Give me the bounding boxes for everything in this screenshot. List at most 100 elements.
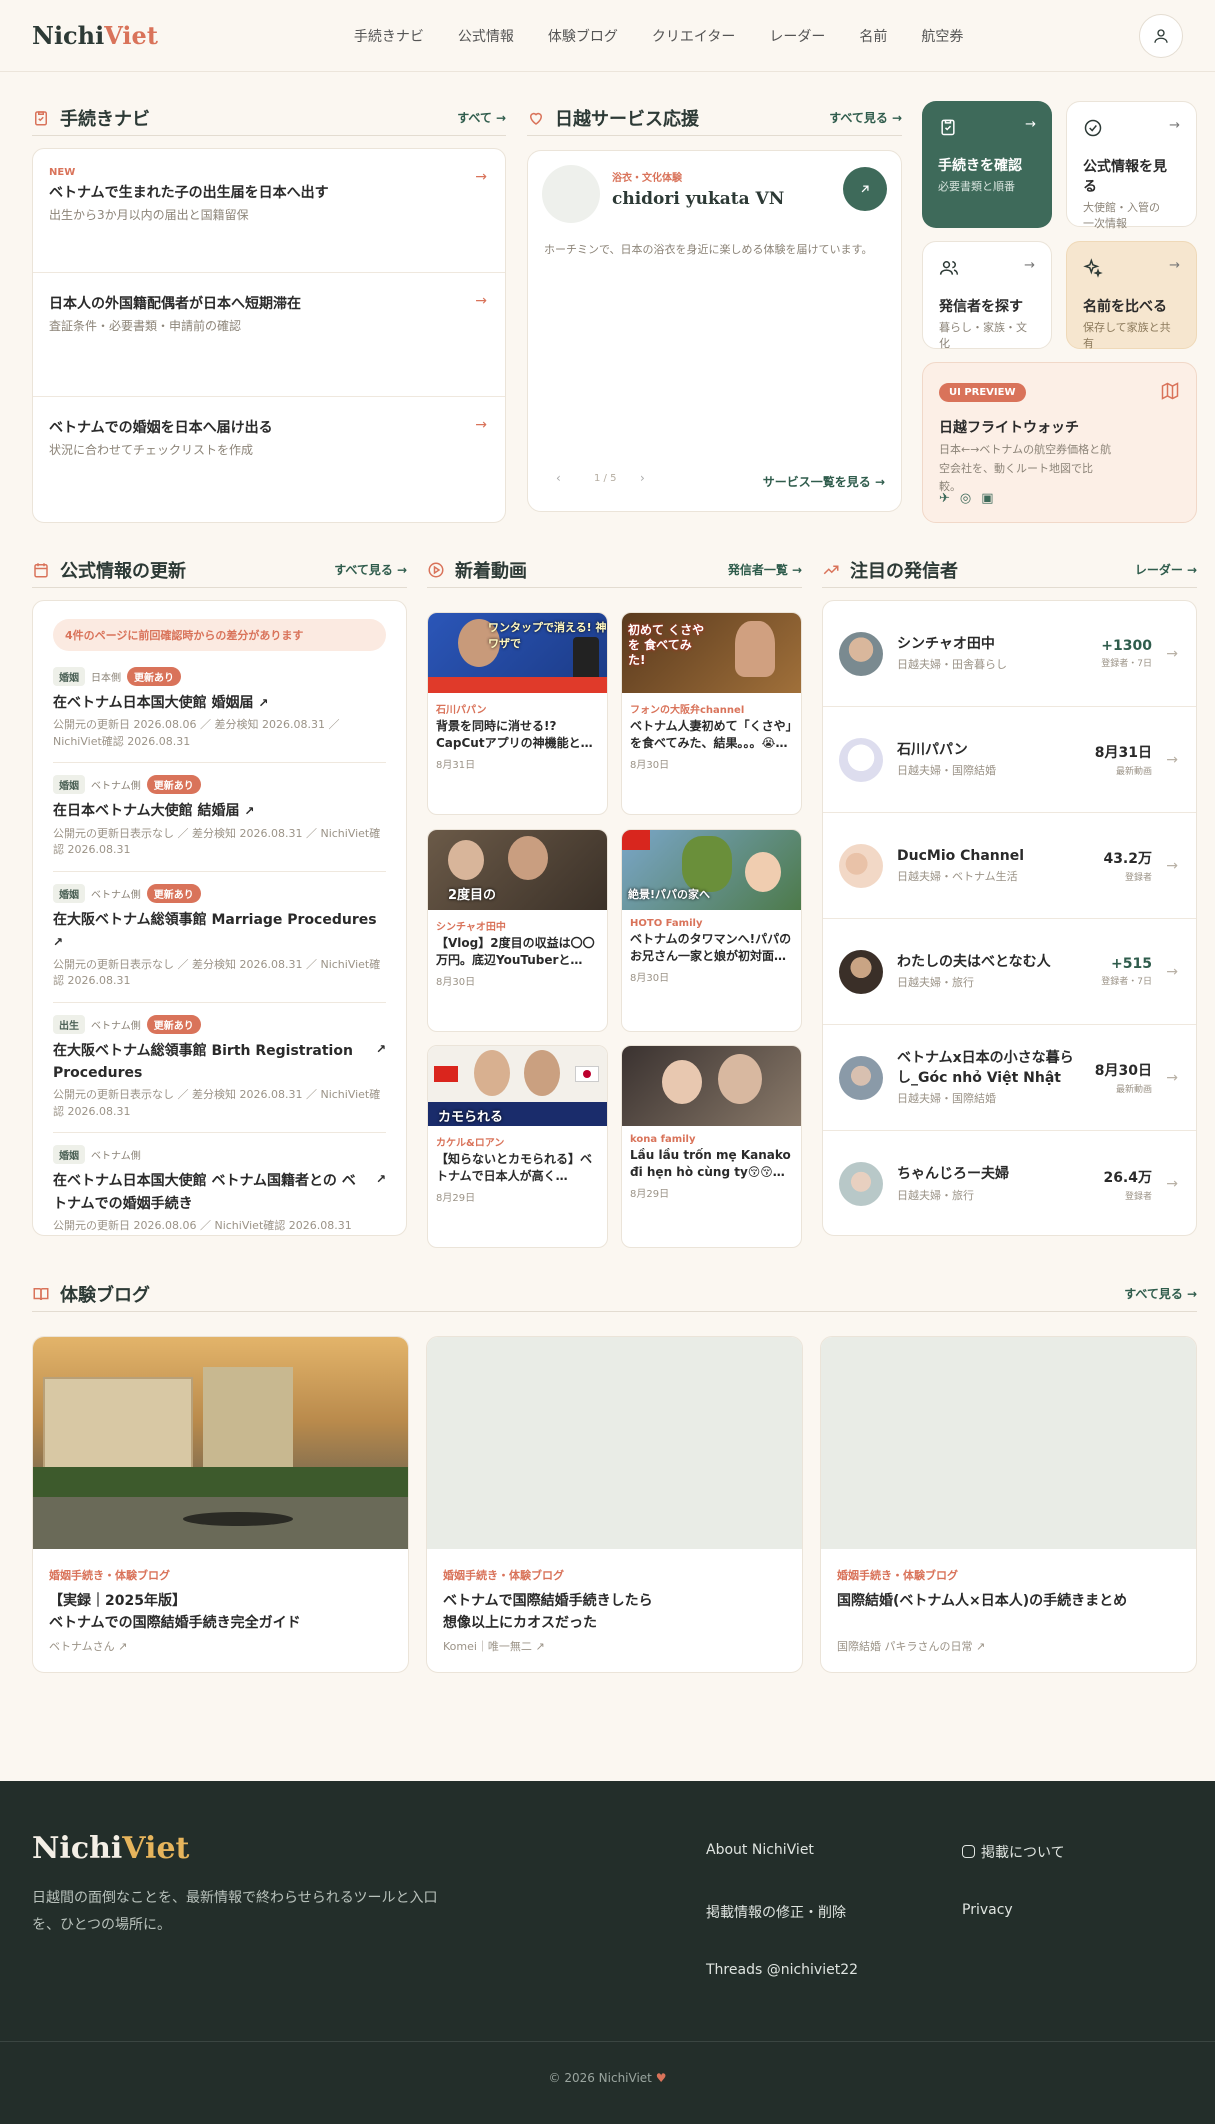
list-item[interactable]: わたしの夫はべとなむ人 日越夫婦・旅行 +515 登録者・7日 → <box>823 919 1196 1025</box>
blog-card[interactable]: 婚姻手続き・体験ブログ 【実録｜2025年版】 ベトナムでの国際結婚手続き完全ガ… <box>32 1336 409 1673</box>
external-link-icon: ↗ <box>244 804 255 819</box>
external-link-icon: ↗ <box>976 1640 986 1653</box>
footer-link-correction[interactable]: 掲載情報の修正・削除 <box>706 1902 846 1922</box>
arrow-right-icon: → <box>1166 751 1178 768</box>
users-icon <box>939 261 959 275</box>
list-item[interactable]: ちゃんじろー夫婦 日越夫婦・旅行 26.4万 登録者 → <box>823 1131 1196 1237</box>
list-item[interactable]: ベトナムでの婚姻を日本へ届け出る 状況に合わせてチェックリストを作成 → <box>33 397 505 521</box>
official-updates-section: 公式情報の更新 すべて見る → 4件のページに前回確認時からの差分があります 婚姻… <box>32 552 407 1236</box>
videos-section: 新着動画 発信者一覧 → <box>427 552 802 600</box>
nav-names[interactable]: 名前 <box>859 26 887 46</box>
video-card[interactable]: 2度目の シンチャオ田中 【Vlog】2度目の収益は〇〇万円。底辺YouTube… <box>427 829 608 1032</box>
arrow-right-icon: → <box>1166 963 1178 980</box>
service-avatar <box>542 165 600 223</box>
video-card[interactable]: kona family Lầu lầu trốn mẹ Kanako đi hẹ… <box>621 1045 802 1248</box>
footer-logo[interactable]: NichiViet <box>32 1831 189 1866</box>
list-item[interactable]: NEW ベトナムで生まれた子の出生届を日本へ出す 出生から3か月以内の届出と国籍… <box>33 149 505 273</box>
list-item[interactable]: DucMio Channel 日越夫婦・ベトナム生活 43.2万 登録者 → <box>823 813 1196 919</box>
footer-divider <box>0 2041 1215 2042</box>
footer-tagline: 日越間の面倒なことを、最新情報で終わらせられるツールと入口を、ひとつの場所に。 <box>32 1890 438 1933</box>
globe-icon: ◎ <box>959 491 972 506</box>
external-link-icon: ↗ <box>535 1640 545 1653</box>
blog-card[interactable]: 婚姻手続き・体験ブログ ベトナムで国際結婚手続きしたら 想像以上にカオスだった … <box>426 1336 803 1673</box>
service-card[interactable]: 浴衣・文化体験 chidori yukata VN ホーチミンで、日本の浴衣を身… <box>527 150 902 512</box>
list-item[interactable]: 出生 ベトナム側 更新あり 在大阪ベトナム総領事館 Birth Registrati… <box>53 1003 386 1134</box>
nav-flights[interactable]: 航空券 <box>921 26 963 46</box>
avatar <box>839 737 883 782</box>
tile-compare-names[interactable]: → 名前を比べる 保存して家族と共有 <box>1066 241 1197 350</box>
arrow-right-icon: → <box>1166 1176 1178 1192</box>
footer-link-privacy[interactable]: Privacy <box>962 1902 1013 1918</box>
check-circle-icon <box>1084 119 1102 137</box>
video-card[interactable]: ワンタップで消える! 神ワザで 石川パパン 背景を同時に消せる!?CapCutア… <box>427 612 608 815</box>
services-more-link[interactable]: すべて見る → <box>829 109 902 126</box>
services-section: 日越サービス応援 すべて見る → 浴衣・文化体験 chidori yukata V… <box>527 100 902 512</box>
book-icon <box>32 1285 50 1303</box>
list-item[interactable]: 石川パパン 日越夫婦・国際結婚 8月31日 最新動画 → <box>823 707 1196 813</box>
list-item[interactable]: 婚姻 ベトナム側 更新あり 在大阪ベトナム総領事館 Marriage Procedu… <box>53 872 386 1003</box>
blog-thumbnail <box>33 1337 408 1549</box>
blog-section: 体験ブログ すべて見る → <box>32 1276 1197 1324</box>
service-name: chidori yukata VN <box>612 189 785 209</box>
nav-blog[interactable]: 体験ブログ <box>548 26 618 46</box>
creators-list: シンチャオ田中 日越夫婦・田舎暮らし +1300 登録者・7日 → 石川パパン 日越夫… <box>822 600 1197 1236</box>
arrow-right-icon: → <box>1166 645 1178 662</box>
status-badge: 更新あり <box>146 883 201 903</box>
category-tag: 出生 <box>53 1014 85 1034</box>
list-item[interactable]: 日本人の外国籍配偶者が日本へ短期滞在 査証条件・必要書類・申請前の確認 → <box>33 273 505 397</box>
blog-more-link[interactable]: すべて見る → <box>1124 1285 1197 1302</box>
service-list-link[interactable]: サービス一覧を見る → <box>763 473 885 490</box>
blog-card[interactable]: 婚姻手続き・体験ブログ 国際結婚(ベトナム人×日本人)の手続きまとめ 国際結婚 … <box>820 1336 1197 1673</box>
external-link-icon: ↗ <box>375 1172 386 1187</box>
footer-link-threads[interactable]: Threads @nichiviet22 <box>706 1962 858 1978</box>
status-badge: 更新あり <box>146 1014 201 1034</box>
arrow-right-icon: → <box>1166 857 1178 874</box>
video-card[interactable]: 絶景!パパの家へ HOTO Family ベトナムのタワマンへ!パパのお兄さん一… <box>621 829 802 1032</box>
flight-watch-card[interactable]: UI PREVIEW 日越フライトウォッチ 日本←→ベトナムの航空券価格と航空会… <box>922 362 1197 523</box>
list-item[interactable]: シンチャオ田中 日越夫婦・田舎暮らし +1300 登録者・7日 → <box>823 601 1196 707</box>
category-tag: 婚姻 <box>53 775 85 795</box>
footer-link-about[interactable]: About NichiViet <box>706 1842 814 1858</box>
procedures-more-link[interactable]: すべて → <box>457 109 506 126</box>
video-thumbnail: カモられる <box>428 1046 607 1126</box>
arrow-right-icon: → <box>1169 118 1180 133</box>
nav-official[interactable]: 公式情報 <box>458 26 514 46</box>
site-logo[interactable]: NichiViet <box>32 21 158 50</box>
footer-link-listing[interactable]: 掲載について <box>962 1842 1065 1862</box>
arrow-right-icon: → <box>1186 1286 1197 1301</box>
nav-radar[interactable]: レーダー <box>769 26 825 46</box>
prev-icon[interactable]: ‹ <box>556 471 561 485</box>
tile-official-info[interactable]: → 公式情報を見る 大使館・入管の 一次情報 <box>1066 101 1197 230</box>
nav-procedures[interactable]: 手続きナビ <box>354 26 424 46</box>
avatar <box>839 1055 883 1100</box>
creators-section: 注目の発信者 レーダー → シンチャオ田中 日越夫婦・田舎暮らし +1300 登録者・… <box>822 552 1197 1236</box>
open-service-button[interactable] <box>843 167 887 211</box>
video-card[interactable]: カモられる カケル&ロアン 【知らないとカモられる】ベトナムで日本人が高く… 8… <box>427 1045 608 1248</box>
video-thumbnail <box>622 1046 801 1126</box>
tile-check-procedures[interactable]: → 手続きを確認 必要書類と順番 <box>922 101 1052 228</box>
section-title: 公式情報の更新 <box>60 560 186 582</box>
avatar <box>839 1162 883 1206</box>
user-menu-button[interactable] <box>1139 13 1183 58</box>
list-item[interactable]: 婚姻 日本側 更新あり 在ベトナム日本国大使館 婚姻届 ↗ 公開元の更新日 2026… <box>53 655 386 764</box>
new-badge: NEW <box>49 167 76 178</box>
tile-find-creators[interactable]: → 発信者を探す 暮らし・家族・文化 <box>922 241 1052 350</box>
list-item[interactable]: ベトナムx日本の小さな暮らし_Góc nhỏ Việt Nhật 日越夫婦・国際結… <box>823 1025 1196 1131</box>
status-badge: 更新あり <box>146 775 201 795</box>
arrow-right-icon: → <box>1186 562 1197 577</box>
clipboard-icon <box>941 119 955 136</box>
section-title: 注目の発信者 <box>850 560 958 582</box>
category-tag: 婚姻 <box>53 667 85 686</box>
list-item[interactable]: 婚姻 ベトナム側 在ベトナム日本国大使館 ベトナム国籍者との ベトナムでの婚姻手続… <box>53 1133 386 1246</box>
site-footer: NichiViet 日越間の面倒なことを、最新情報で終わらせられるツールと入口を… <box>0 1781 1215 2124</box>
procedures-section: 手続きナビ すべて → NEW ベトナムで生まれた子の出生届を日本へ出す 出生から… <box>32 100 506 523</box>
creators-list-link[interactable]: 発信者一覧 → <box>728 561 802 578</box>
nav-creators[interactable]: クリエイター <box>652 26 735 46</box>
updates-more-link[interactable]: すべて見る → <box>334 561 407 578</box>
radar-link[interactable]: レーダー → <box>1135 561 1197 578</box>
video-card[interactable]: 初めて くさやを 食べてみた! フォンの大阪弁channel ベトナム人妻初めて… <box>621 612 802 815</box>
play-icon <box>427 561 445 579</box>
section-title: 新着動画 <box>455 560 527 582</box>
next-icon[interactable]: › <box>640 471 645 485</box>
list-item[interactable]: 婚姻 ベトナム側 更新あり 在日本ベトナム大使館 結婚届 ↗ 公開元の更新日表示なし… <box>53 763 386 872</box>
